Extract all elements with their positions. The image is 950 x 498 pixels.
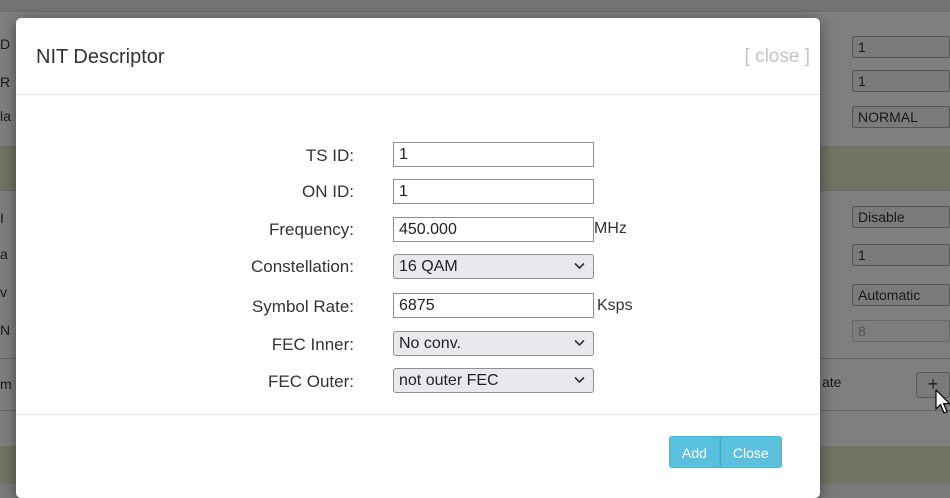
dialog-header: NIT Descriptor [ close ]: [16, 18, 820, 95]
close-button[interactable]: Close: [719, 436, 782, 468]
nit-descriptor-dialog: NIT Descriptor [ close ] TS ID: 1 ON ID:…: [16, 18, 820, 498]
chevron-down-icon: [574, 376, 585, 384]
symbol-rate-label: Symbol Rate:: [251, 297, 354, 316]
dialog-title: NIT Descriptor: [36, 46, 165, 68]
chevron-down-icon: [574, 262, 585, 270]
fec-outer-selected-value: not outer FEC: [399, 372, 499, 389]
dialog-footer: Add Close: [16, 414, 820, 498]
dialog-close-link[interactable]: [ close ]: [745, 46, 810, 68]
fec-outer-select[interactable]: not outer FEC: [393, 368, 594, 393]
constellation-selected-value: 16 QAM: [399, 258, 458, 275]
ts-id-input[interactable]: 1: [393, 142, 594, 167]
mouse-cursor-icon: [935, 389, 950, 414]
fec-inner-selected-value: No conv.: [399, 335, 461, 352]
symbol-rate-input[interactable]: 6875: [393, 293, 594, 318]
fec-inner-label: FEC Inner:: [271, 335, 354, 354]
dialog-body: TS ID: 1 ON ID: 1 Frequency: 450.000 MHz…: [16, 96, 820, 414]
constellation-select[interactable]: 16 QAM: [393, 254, 594, 279]
dialog-button-group: Add Close: [669, 436, 782, 468]
on-id-input[interactable]: 1: [393, 179, 594, 204]
frequency-unit: MHz: [594, 220, 627, 237]
on-id-label: ON ID:: [302, 182, 354, 201]
fec-inner-select[interactable]: No conv.: [393, 331, 594, 356]
add-button[interactable]: Add: [669, 436, 720, 468]
frequency-input[interactable]: 450.000: [393, 217, 594, 242]
symbol-rate-unit: Ksps: [597, 297, 633, 314]
fec-outer-label: FEC Outer:: [268, 372, 354, 391]
ts-id-label: TS ID:: [305, 146, 354, 165]
constellation-label: Constellation:: [250, 257, 354, 276]
frequency-label: Frequency:: [268, 220, 354, 239]
chevron-down-icon: [574, 339, 585, 347]
